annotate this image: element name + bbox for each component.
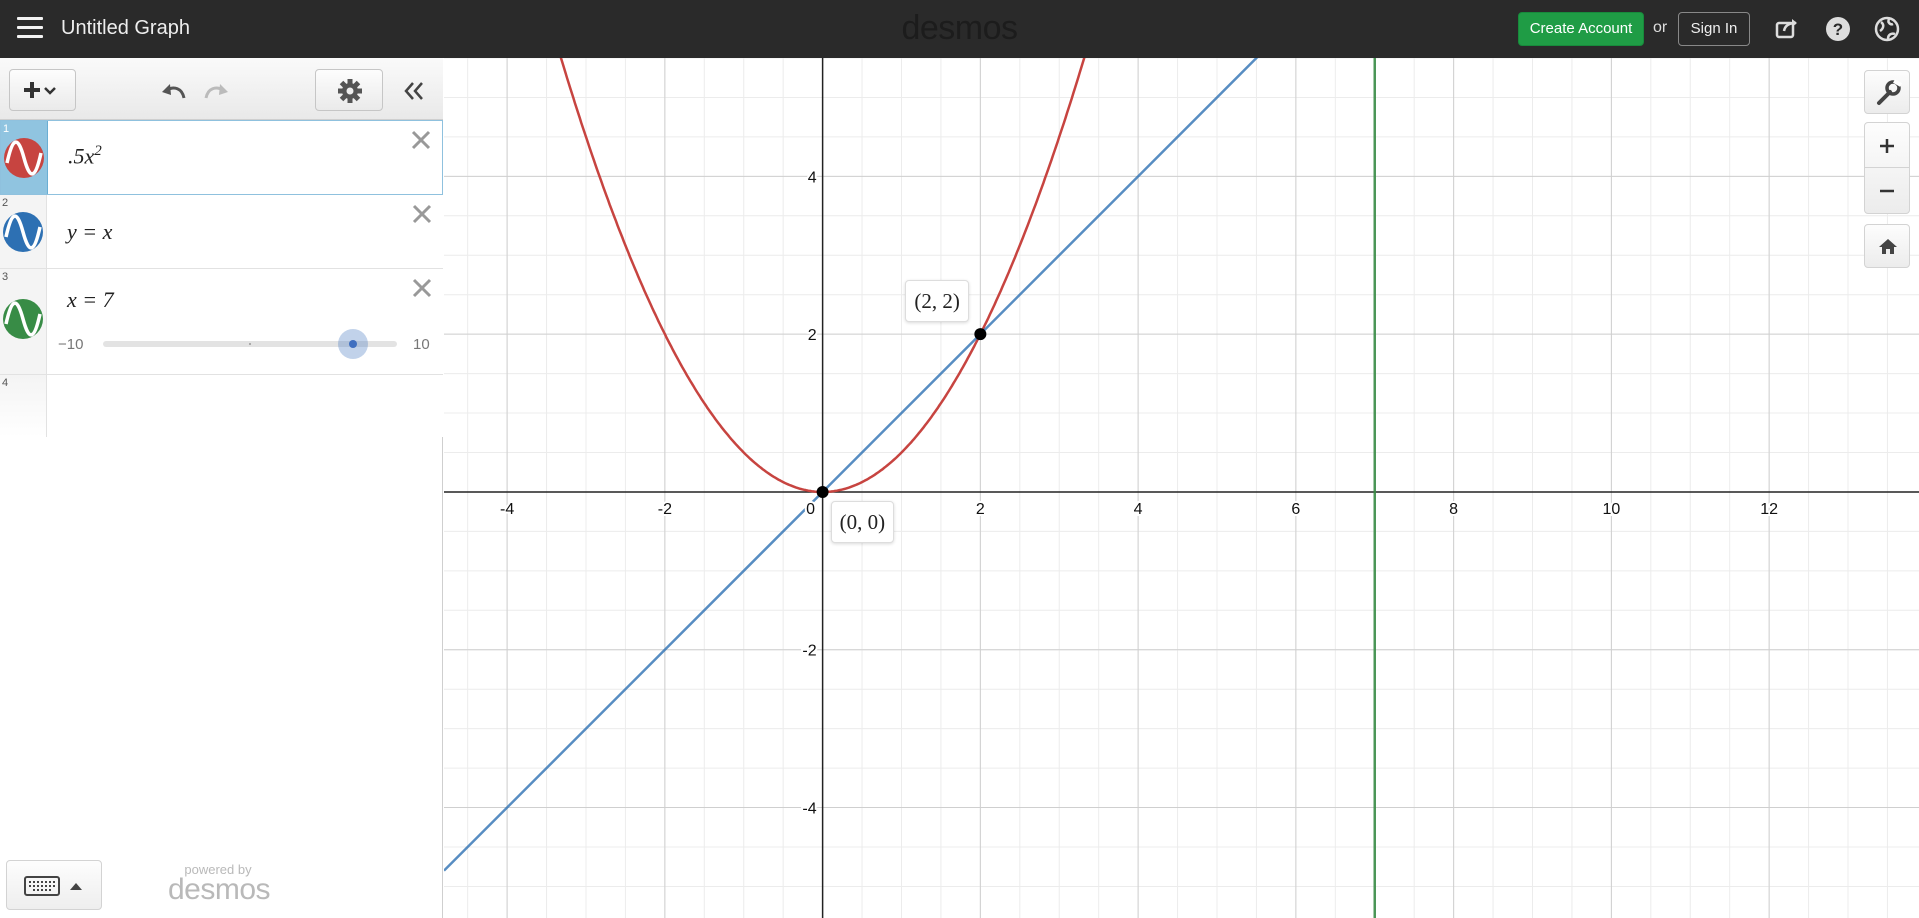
slider-min-label[interactable]: −10: [58, 336, 83, 353]
graph-settings-wrench-button[interactable]: [1864, 70, 1910, 114]
y-tick-label: -2: [802, 643, 816, 660]
powered-by-desmos[interactable]: powered by desmos: [168, 862, 271, 906]
graph-title[interactable]: Untitled Graph: [61, 17, 190, 40]
plus-icon: [24, 82, 56, 98]
keyboard-toggle-button[interactable]: [6, 860, 102, 910]
gear-icon: [338, 79, 362, 103]
zoom-in-icon[interactable]: [1865, 123, 1909, 168]
expression-number: 1: [3, 123, 10, 135]
x-tick-label: 10: [1602, 501, 1620, 518]
intersection-point: [816, 485, 829, 498]
brand-text: desmos: [901, 9, 1018, 47]
expression-number: 2: [2, 197, 9, 209]
y-tick-label: 4: [808, 169, 817, 186]
wave-icon[interactable]: [3, 299, 43, 339]
x-tick-label: 2: [976, 501, 985, 518]
keyboard-icon: [24, 876, 60, 896]
point-label-0-0[interactable]: (0, 0): [830, 500, 895, 543]
caret-up-icon: [70, 883, 82, 890]
or-text: or: [1653, 19, 1668, 36]
expression-number: 3: [2, 271, 9, 283]
hamburger-menu-icon[interactable]: [17, 17, 43, 39]
expression-item-2[interactable]: 2 y = x: [0, 195, 443, 269]
top-bar: Untitled Graph desmos Create Account or …: [0, 0, 1919, 58]
expression-item-1[interactable]: 1 .5x2: [0, 120, 443, 195]
graph-canvas[interactable]: -4-202468101214-4-224 (2, 2) (0, 0): [444, 58, 1919, 918]
share-icon[interactable]: [1773, 15, 1801, 43]
close-icon[interactable]: [409, 201, 435, 227]
graph-plot[interactable]: -4-202468101214-4-224: [444, 58, 1919, 918]
sign-in-button[interactable]: Sign In: [1678, 12, 1750, 46]
point-label-2-2[interactable]: (2, 2): [905, 280, 969, 323]
expression-latex[interactable]: x = 7: [67, 287, 114, 313]
collapse-panel-icon[interactable]: [400, 77, 428, 105]
slider-max-label[interactable]: 10: [413, 336, 430, 353]
close-icon[interactable]: [408, 127, 434, 153]
x-tick-label: 12: [1760, 501, 1778, 518]
slider-handle[interactable]: [337, 329, 368, 359]
svg-text:?: ?: [1833, 20, 1843, 39]
expression-number: 4: [2, 377, 9, 389]
expression-item-3[interactable]: 3 x = 7 −10 10: [0, 269, 443, 375]
expression-panel: 1 .5x2 2 y = x 3 x = 7 −10 10 4 powered …: [0, 58, 443, 918]
create-account-button[interactable]: Create Account: [1518, 12, 1644, 46]
zoom-controls: [1864, 122, 1910, 214]
wave-icon[interactable]: [4, 138, 44, 178]
zoom-out-icon[interactable]: [1865, 169, 1909, 214]
expression-toolbar: [0, 58, 443, 120]
x-tick-label: -2: [658, 501, 672, 518]
expression-item-4[interactable]: 4: [0, 375, 443, 437]
x-tick-label: 4: [1134, 501, 1143, 518]
wave-icon[interactable]: [3, 212, 43, 252]
wrench-icon: [1877, 79, 1902, 105]
expression-latex[interactable]: y = x: [67, 219, 112, 245]
redo-icon[interactable]: [200, 76, 232, 106]
add-item-button[interactable]: [9, 69, 76, 111]
help-icon[interactable]: ?: [1824, 15, 1852, 43]
intersection-point: [974, 328, 987, 341]
close-icon[interactable]: [409, 275, 435, 301]
y-tick-label: -4: [802, 801, 816, 818]
home-icon: [1879, 239, 1897, 254]
y-tick-label: 2: [808, 327, 817, 344]
x-tick-label: 6: [1291, 501, 1300, 518]
powered-by-brand: desmos: [168, 873, 271, 906]
globe-icon[interactable]: [1873, 15, 1901, 43]
x-tick-label: -4: [500, 501, 514, 518]
x-tick-label: 0: [806, 501, 815, 518]
x-tick-label: 8: [1449, 501, 1458, 518]
expression-latex[interactable]: .5x2: [68, 143, 102, 169]
undo-icon[interactable]: [158, 76, 190, 106]
default-viewport-button[interactable]: [1864, 224, 1910, 268]
graph-settings-button[interactable]: [315, 69, 383, 111]
